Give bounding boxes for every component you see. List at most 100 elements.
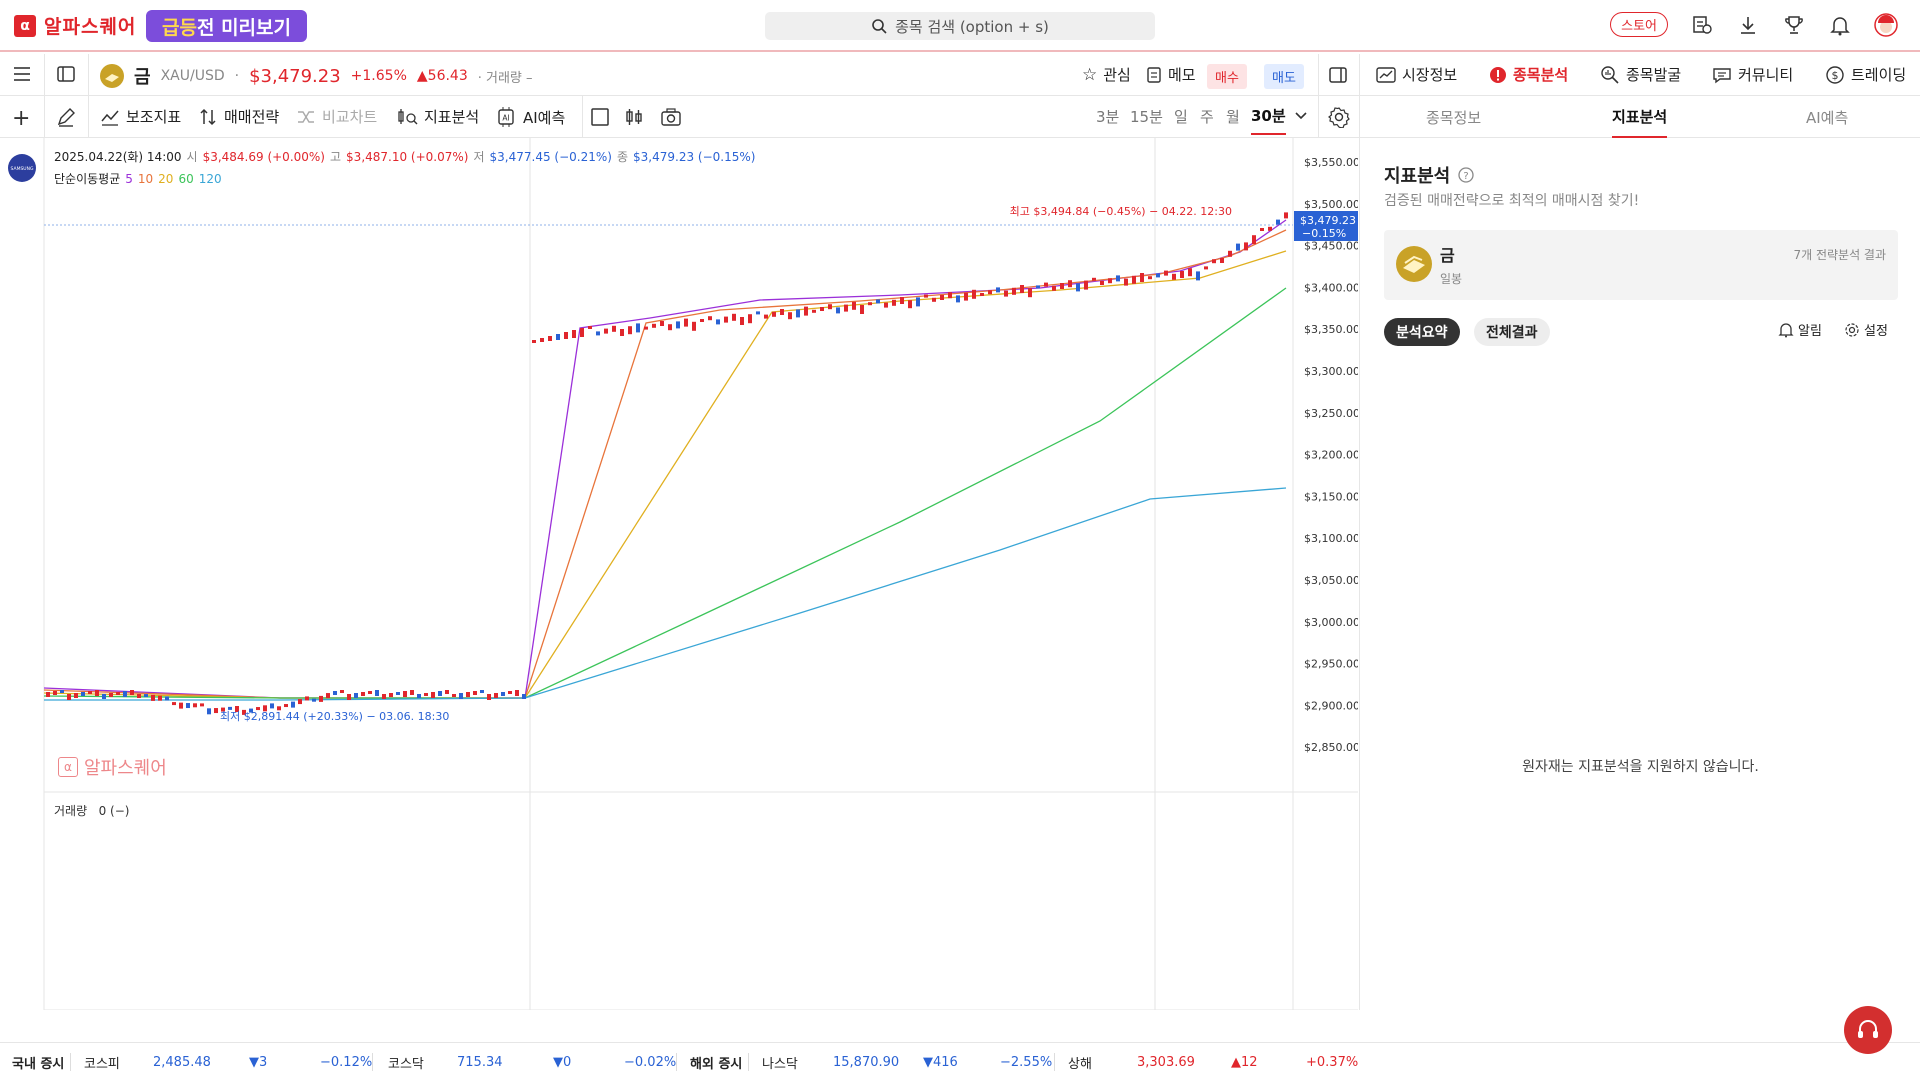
- candle: [459, 693, 463, 699]
- nav-stock-discovery[interactable]: 종목발굴: [1600, 64, 1681, 85]
- candle: [438, 691, 442, 696]
- candle: [473, 691, 477, 695]
- alert-circle-icon: [1490, 66, 1506, 83]
- candle: [508, 691, 512, 694]
- candle: [1260, 228, 1264, 231]
- user-avatar-icon[interactable]: [1874, 12, 1898, 37]
- nav-stock-discovery-label: 종목발굴: [1626, 66, 1682, 84]
- overseas-market-label: 해외 증시: [690, 1056, 743, 1072]
- candle: [207, 708, 211, 715]
- watch-button[interactable]: ☆ 관심: [1082, 64, 1131, 85]
- buy-button[interactable]: 매수: [1207, 64, 1247, 89]
- add-icon[interactable]: +: [12, 106, 30, 131]
- ma-legend-120: 120: [198, 171, 222, 186]
- ai-chip-icon: AI: [498, 107, 514, 127]
- compare-chart-label: 비교차트: [322, 108, 378, 126]
- price-chart[interactable]: $3,550.00 $3,500.00 $3,450.00 $3,400.00 $3,3…: [0, 138, 1358, 1010]
- settings-button[interactable]: 설정: [1844, 320, 1888, 339]
- memo-button[interactable]: 메모: [1146, 64, 1196, 85]
- low-value: $3,477.45 (−0.21%): [489, 149, 612, 164]
- tab-ai-forecast[interactable]: AI예측: [1806, 96, 1848, 138]
- candle: [1148, 276, 1152, 280]
- candle: [515, 690, 519, 696]
- tab-indicator-analysis[interactable]: 지표분석: [1612, 96, 1668, 138]
- kosdaq-value: 715.34: [457, 1054, 503, 1070]
- trade-strategy-button[interactable]: 매매전략: [198, 106, 279, 127]
- receipt-icon[interactable]: [1690, 13, 1714, 37]
- square-toggle-icon[interactable]: [590, 107, 610, 127]
- candlestick-type-icon[interactable]: [624, 107, 644, 127]
- store-button[interactable]: 스토어: [1610, 12, 1668, 37]
- asset-card[interactable]: 금 일봉 7개 전략분석 결과: [1384, 230, 1898, 300]
- candle: [172, 702, 176, 706]
- support-headset-button[interactable]: [1844, 1006, 1892, 1054]
- sidebar-toggle-icon[interactable]: [56, 64, 76, 84]
- period-30min[interactable]: 30분: [1251, 105, 1286, 135]
- promo-banner-button[interactable]: 급등 전 미리보기: [146, 10, 307, 42]
- sell-button[interactable]: 매도: [1264, 64, 1304, 89]
- period-week[interactable]: 주: [1200, 106, 1214, 127]
- candle: [836, 307, 840, 314]
- svg-text:?: ?: [1464, 171, 1469, 182]
- candle: [748, 314, 752, 324]
- candle: [1060, 283, 1064, 289]
- hamburger-menu-icon[interactable]: [12, 64, 32, 84]
- indicator-analysis-button[interactable]: 지표분석: [396, 106, 479, 127]
- chip-all-results[interactable]: 전체결과: [1474, 318, 1550, 346]
- symbol-name: 금: [134, 67, 151, 88]
- brand-name: 알파스퀘어: [44, 16, 137, 38]
- panel-toggle-icon[interactable]: [1328, 65, 1348, 85]
- period-month[interactable]: 월: [1226, 106, 1240, 127]
- y-axis-tick: $3,100.00: [1304, 532, 1358, 545]
- search-input[interactable]: 종목 검색 (option + s): [765, 12, 1155, 40]
- candle: [151, 694, 155, 701]
- chip-analysis-summary[interactable]: 분석요약: [1384, 318, 1460, 346]
- kosdaq-name[interactable]: 코스닥: [388, 1043, 424, 1081]
- period-day[interactable]: 일: [1174, 106, 1188, 127]
- period-dropdown-chevron-icon[interactable]: [1294, 108, 1308, 122]
- alarm-button[interactable]: 알림: [1778, 320, 1822, 339]
- nav-trading[interactable]: $ 트레이딩: [1825, 64, 1906, 85]
- camera-icon[interactable]: [660, 107, 682, 127]
- ai-forecast-button[interactable]: AI AI예측: [495, 106, 565, 128]
- candle: [644, 326, 648, 330]
- compare-chart-button[interactable]: 비교차트: [296, 106, 377, 127]
- settings-gear-icon[interactable]: [1328, 106, 1350, 128]
- y-axis-tick: $2,850.00: [1304, 741, 1358, 754]
- aux-indicator-label: 보조지표: [126, 108, 182, 126]
- candle: [828, 304, 832, 310]
- download-icon[interactable]: [1736, 13, 1760, 37]
- chart-watermark: α 알파스퀘어: [58, 754, 167, 780]
- nasdaq-name[interactable]: 나스닥: [762, 1043, 798, 1081]
- y-axis-tick: $3,550.00: [1304, 156, 1358, 169]
- nav-market-info[interactable]: 시장정보: [1376, 64, 1457, 85]
- shanghai-name[interactable]: 상해: [1068, 1043, 1092, 1081]
- symbol-bar: 금 XAU/USD · $3,479.23 +1.65% ▲56.43 · 거래…: [0, 54, 1920, 96]
- candle: [1012, 287, 1016, 295]
- trophy-icon[interactable]: [1782, 13, 1806, 37]
- candle: [924, 294, 928, 298]
- ma-line-5: [43, 219, 1287, 699]
- chart-canvas[interactable]: $3,550.00 $3,500.00 $3,450.00 $3,400.00 $3,3…: [0, 138, 1358, 1010]
- period-3min[interactable]: 3분: [1096, 106, 1119, 127]
- ma-legend[interactable]: 단순이동평균 5 10 20 60 120: [54, 170, 222, 187]
- symbol-price: $3,479.23: [249, 65, 341, 87]
- kospi-name[interactable]: 코스피: [84, 1043, 120, 1081]
- candle: [988, 290, 992, 295]
- bell-icon[interactable]: [1828, 13, 1852, 37]
- period-15min[interactable]: 15분: [1130, 106, 1163, 127]
- y-axis-tick: $3,050.00: [1304, 574, 1358, 587]
- pen-draw-icon[interactable]: [56, 107, 76, 127]
- nav-community[interactable]: 커뮤니티: [1712, 64, 1793, 85]
- aux-indicator-button[interactable]: 보조지표: [100, 106, 181, 127]
- nav-stock-analysis[interactable]: 종목분석: [1489, 64, 1568, 85]
- ma-legend-5: 5: [125, 171, 133, 186]
- symbol-ticker: XAU/USD: [160, 68, 225, 84]
- help-circle-icon[interactable]: ?: [1458, 167, 1474, 183]
- brand-logo[interactable]: α 알파스퀘어: [14, 12, 136, 39]
- shuffle-icon: [298, 110, 314, 123]
- candle: [137, 694, 141, 698]
- current-price-tag-value: $3,479.23: [1300, 214, 1356, 227]
- ohlc-date: 2025.04.22(화) 14:00: [54, 150, 182, 164]
- tab-stock-info[interactable]: 종목정보: [1426, 96, 1481, 138]
